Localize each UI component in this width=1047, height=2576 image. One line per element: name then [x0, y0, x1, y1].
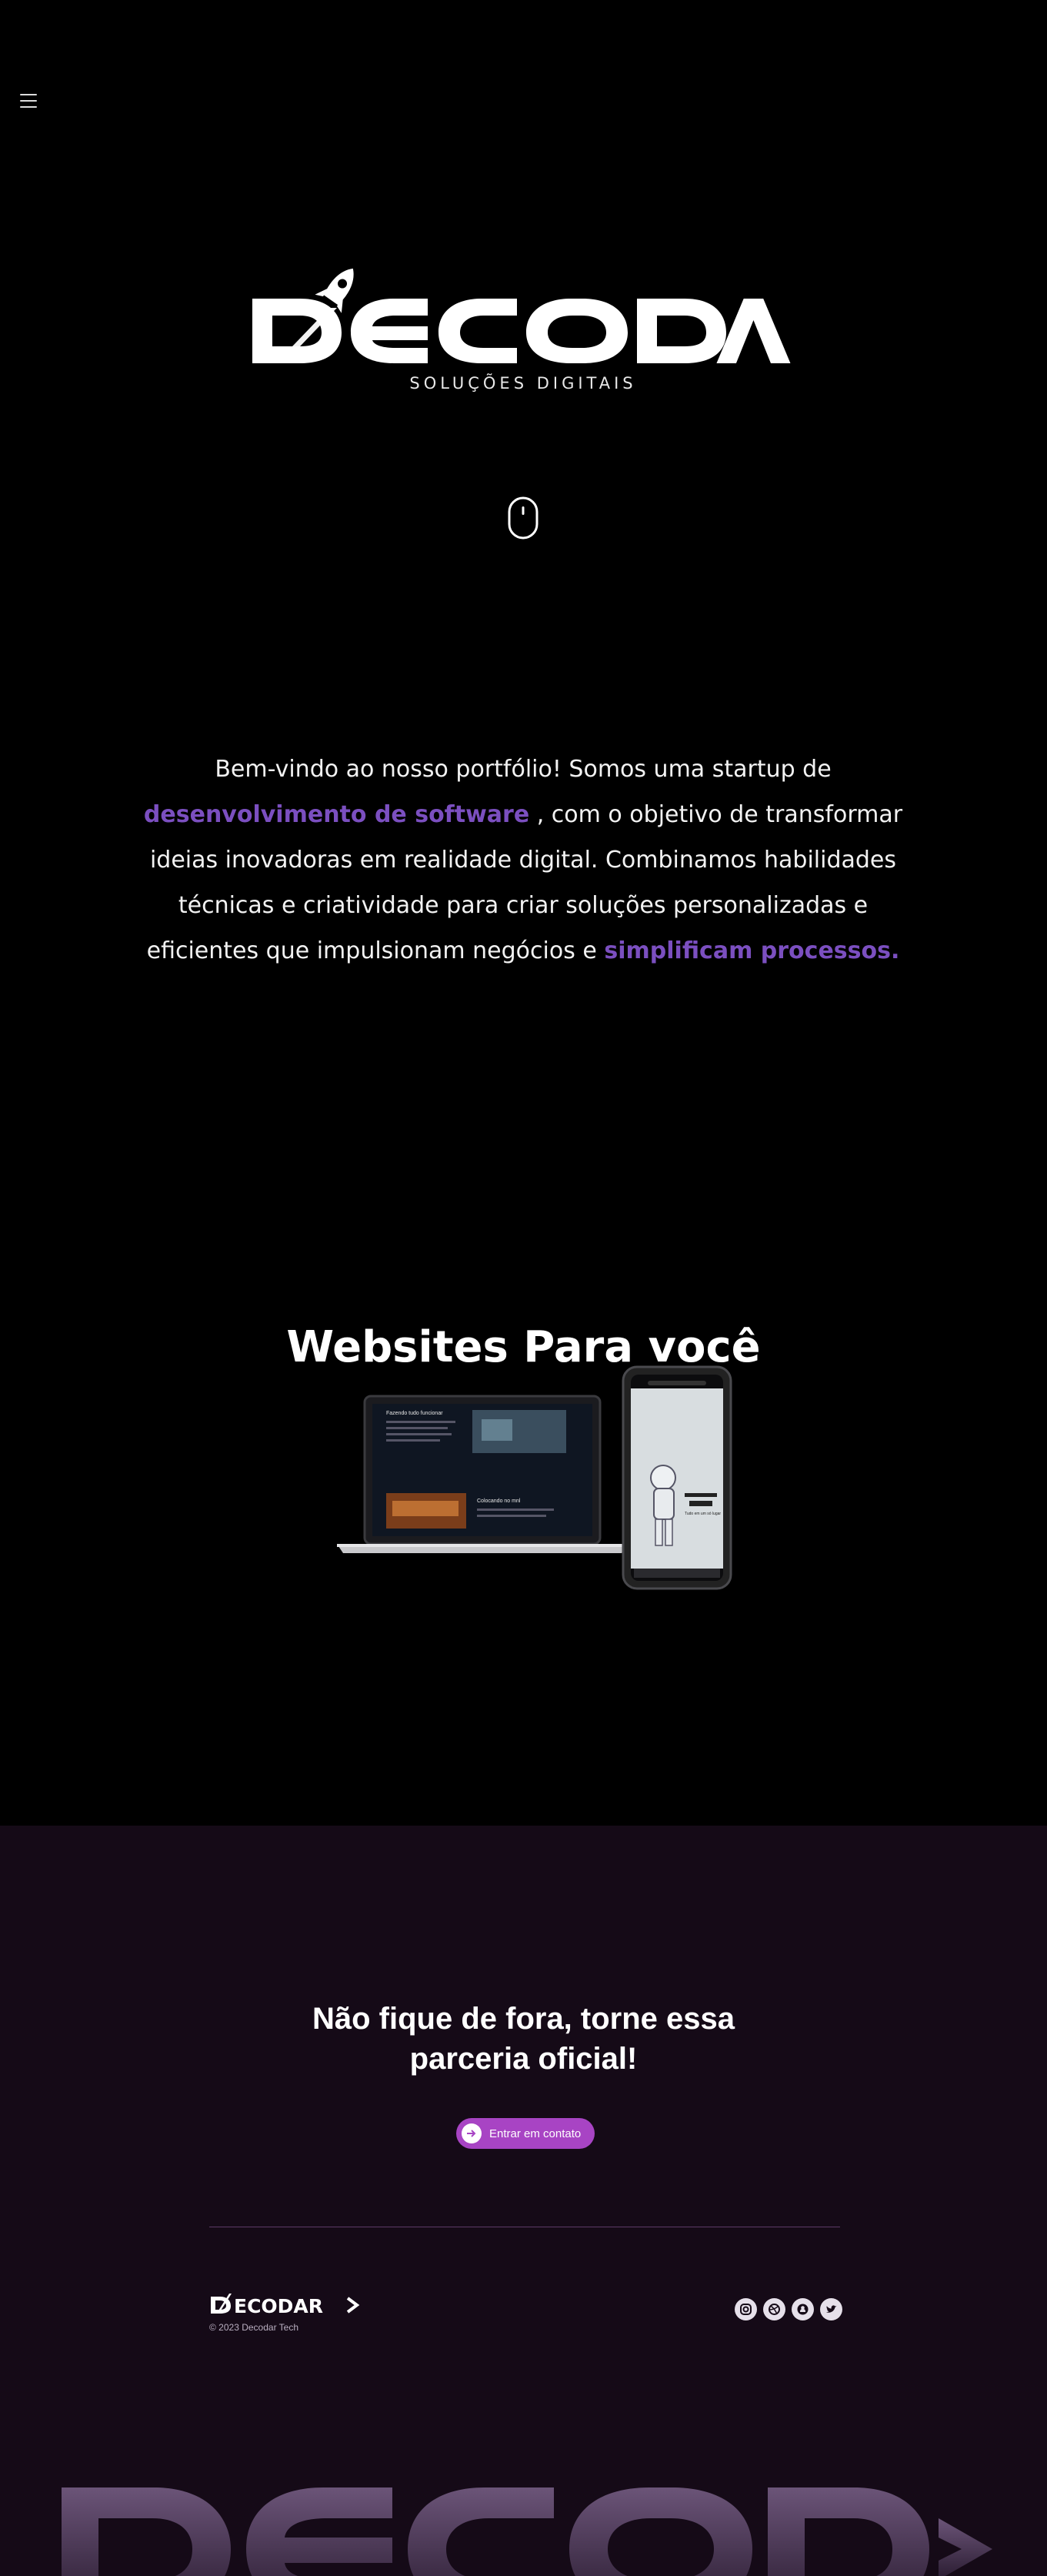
footer-section: Não fique de fora, torne essa parceria o…: [0, 1826, 1047, 2576]
menu-line: [20, 94, 37, 95]
hero-logo: SOLUÇÕES DIGITAIS: [246, 262, 800, 400]
logo-tagline: SOLUÇÕES DIGITAIS: [409, 374, 637, 393]
contact-button[interactable]: Entrar em contato: [456, 2118, 595, 2149]
intro-highlight-software: desenvolvimento de software: [143, 801, 530, 828]
hamburger-menu-icon[interactable]: [20, 94, 37, 108]
instagram-icon[interactable]: [735, 2298, 757, 2320]
laptop-screen-title: Fazendo tudo funcionar: [386, 1411, 443, 1416]
dribbble-icon[interactable]: [763, 2298, 785, 2320]
intro-highlight-processes: simplificam processos.: [604, 937, 900, 964]
footer-logo-text: ECODAR: [234, 2295, 323, 2317]
phone-mockup: Tudo em um só lugar: [622, 1365, 732, 1590]
mouse-scroll-icon: [508, 496, 539, 540]
decodar-logo-mark: [252, 268, 791, 363]
cta-title-line-1: Não fique de fora, torne essa: [312, 2002, 735, 2036]
twitter-icon[interactable]: [820, 2298, 842, 2320]
github-icon[interactable]: [792, 2298, 814, 2320]
menu-line: [20, 106, 37, 108]
contact-button-label: Entrar em contato: [489, 2127, 582, 2140]
intro-paragraph: Bem-vindo ao nosso portfólio! Somos uma …: [138, 747, 908, 974]
phone-screen-text: Tudo em um só lugar: [685, 1512, 721, 1516]
menu-line: [20, 100, 37, 102]
social-links: [735, 2298, 842, 2320]
arrow-right-icon: [462, 2123, 482, 2143]
cta-title: Não fique de fora, torne essa parceria o…: [0, 1999, 1047, 2079]
footer-logo[interactable]: ECODAR: [209, 2290, 363, 2317]
copyright-text: © 2023 Decodar Tech: [209, 2322, 299, 2333]
laptop-screen-caption: Colocando no mnl: [477, 1498, 521, 1504]
device-mockups-image: Fazendo tudo funcionar Colocando no mnl …: [337, 1365, 732, 1590]
laptop-mockup: Fazendo tudo funcionar Colocando no mnl: [337, 1395, 628, 1553]
intro-text-1: Bem-vindo ao nosso portfólio! Somos uma …: [215, 756, 832, 783]
footer-big-logo-watermark: [62, 2487, 992, 2576]
cta-title-line-2: parceria oficial!: [409, 2042, 638, 2076]
